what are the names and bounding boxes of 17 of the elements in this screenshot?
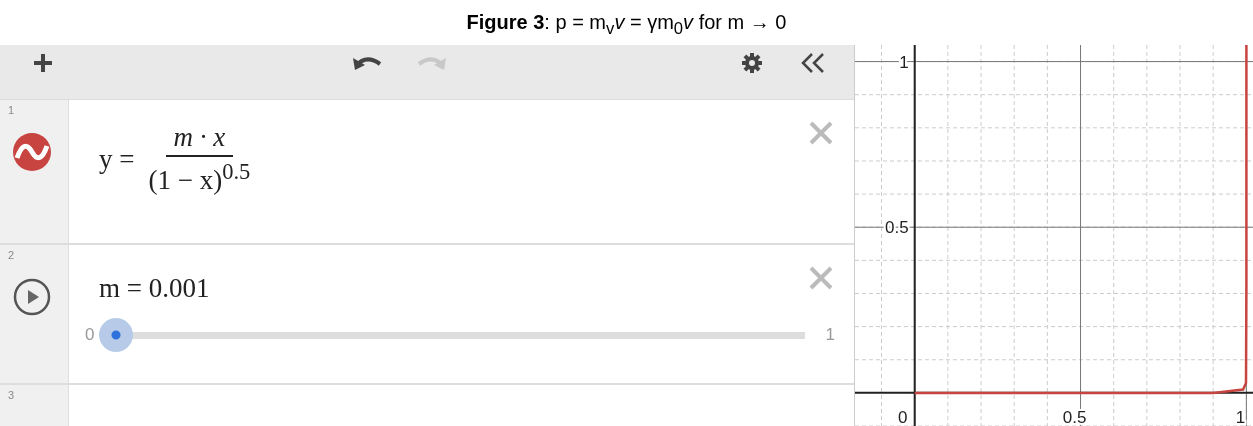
slider-thumb[interactable] [99, 318, 134, 352]
fraction-numerator: m · x [165, 122, 234, 157]
settings-button[interactable] [739, 50, 765, 76]
line-number: 1 [8, 104, 15, 116]
fraction-denominator: (1 − x)$^{0.5}$ [147, 158, 252, 196]
math-text: m = 0.001 [99, 273, 210, 304]
line-number: 3 [8, 389, 15, 401]
play-icon[interactable] [12, 277, 52, 317]
x-tick-label: 1 [1235, 408, 1246, 426]
x-tick-label: 0 [897, 408, 908, 426]
math-text: y = [99, 143, 135, 175]
slider-min: 0 [85, 325, 95, 345]
graph-color-icon[interactable] [12, 132, 52, 172]
line-number: 2 [8, 249, 15, 261]
figure-caption: Figure 3: p = m$_{v}$v = γm$_{0}$v for m → 0 [465, 10, 788, 40]
y-tick-label: 0.5 [885, 218, 909, 238]
slider-max: 1 [825, 325, 835, 345]
